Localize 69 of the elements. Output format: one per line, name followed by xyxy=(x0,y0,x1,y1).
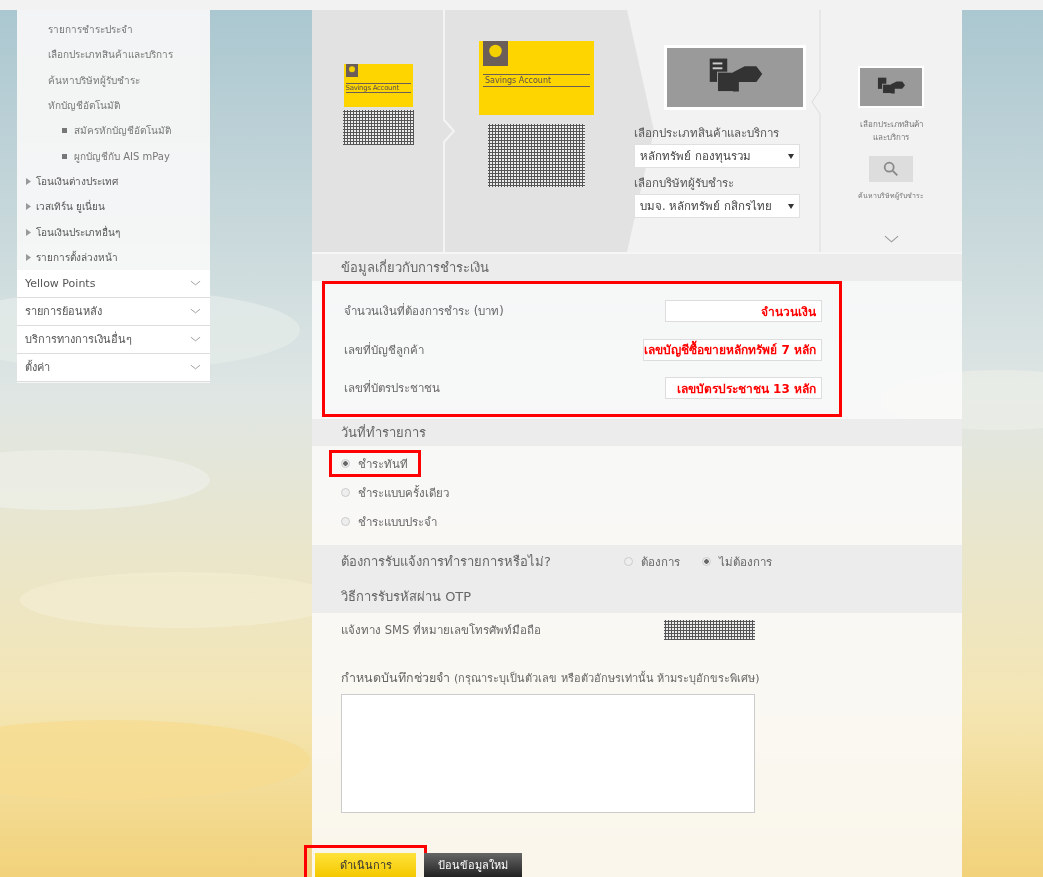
caret-icon xyxy=(788,203,794,209)
radio-label[interactable]: ไม่ต้องการ xyxy=(718,552,772,571)
triangle-icon xyxy=(26,228,31,236)
section-label: Yellow Points xyxy=(25,276,96,290)
option-caption: เลือกประเภทสินค้าและบริการ xyxy=(858,119,924,144)
section-header: ข้อมูลเกี่ยวกับการชำระเงิน xyxy=(312,254,962,281)
bullet-icon xyxy=(62,128,67,134)
chevron-down-icon xyxy=(190,308,201,315)
section-label: บริการทางการเงินอื่นๆ xyxy=(25,330,132,349)
radio-button[interactable] xyxy=(623,557,633,566)
bill-payment-icon xyxy=(664,45,806,110)
menu-item[interactable]: โอนเงินประเภทอื่นๆ xyxy=(36,224,120,240)
triangle-icon xyxy=(26,253,31,261)
search-icon[interactable] xyxy=(869,156,913,182)
chevron-down-icon xyxy=(883,235,899,243)
menu-item[interactable]: ค้นหาบริษัทผู้รับชำระ xyxy=(17,67,210,93)
sms-label: แจ้งทาง SMS ที่หมายเลขโทรศัพท์มือถือ xyxy=(341,621,541,639)
chevron-down-icon xyxy=(190,336,201,343)
otp-title: วิธีการรับรหัสผ่าน OTP xyxy=(341,588,473,606)
logo-icon xyxy=(483,41,508,66)
radio-label[interactable]: ต้องการ xyxy=(640,552,680,571)
menu-item[interactable]: ผูกบัญชีกับ AIS mPay xyxy=(74,148,170,164)
reset-button[interactable]: ป้อนข้อมูลใหม่ xyxy=(424,853,522,877)
question-label: ต้องการรับแจ้งการทำรายการหรือไม่? xyxy=(341,553,551,571)
menu-item[interactable]: เลือกประเภทสินค้าและบริการ xyxy=(17,42,210,68)
triangle-icon xyxy=(26,177,31,185)
radio-label[interactable]: ชำระทันที xyxy=(358,454,408,473)
section-label: รายการย้อนหลัง xyxy=(25,304,102,321)
menu-section[interactable]: ตั้งค่า xyxy=(17,353,210,382)
menu-item[interactable]: หักบัญชีอัตโนมัติ xyxy=(17,92,210,119)
input-field[interactable]: เลขบัตรประชาชน 13 หลัก xyxy=(665,377,822,399)
radio-label[interactable]: ชำระแบบครั้งเดียว xyxy=(358,483,449,502)
field-label: เลขที่บัตรประชาชน xyxy=(344,379,440,397)
menu-item[interactable]: รายการตั้งล่วงหน้า xyxy=(36,249,118,265)
field-label: เลือกประเภทสินค้าและบริการ xyxy=(634,125,779,142)
radio-label[interactable]: ชำระแบบประจำ xyxy=(358,512,437,531)
input-field[interactable]: เลขบัญชีซื้อขายหลักทรัพย์ 7 หลัก xyxy=(643,338,822,361)
chevron-down-icon xyxy=(190,364,201,371)
section-label: ตั้งค่า xyxy=(25,359,50,377)
product-dropdown[interactable]: หลักทรัพย์ กองทุนรวม xyxy=(634,144,800,168)
triangle-icon xyxy=(26,203,31,211)
redacted-block xyxy=(342,110,414,145)
logo-icon xyxy=(345,64,358,77)
menu-item[interactable]: สมัครหักบัญชีอัตโนมัติ xyxy=(74,123,171,139)
biller-dropdown[interactable]: บมจ. หลักทรัพย์ กสิกรไทย xyxy=(634,194,800,218)
menu-item[interactable]: โอนเงินต่างประเทศ xyxy=(36,173,118,189)
card-label: Savings Account xyxy=(483,74,590,87)
caret-icon xyxy=(788,153,794,159)
field-label: เลือกบริษัทผู้รับชำระ xyxy=(634,175,734,192)
section-header: วันที่ทำรายการ xyxy=(312,419,962,446)
field-label: เลขที่บัญชีลูกค้า xyxy=(344,341,424,359)
account-card[interactable]: Savings Account xyxy=(479,41,594,115)
memo-label: กำหนดบันทึกช่วยจำ (กรุณาระบุเป็นตัวเลข หรือตัวอักษรเท่านั้น ห้ามระบุอักขระพิเศษ) xyxy=(341,669,761,687)
proceed-button[interactable]: ดำเนินการ xyxy=(315,853,416,877)
bullet-icon xyxy=(62,153,67,159)
menu-section[interactable]: บริการทางการเงินอื่นๆ xyxy=(17,325,210,354)
radio-button[interactable] xyxy=(341,517,350,526)
memo-field[interactable] xyxy=(341,694,755,813)
radio-button[interactable] xyxy=(341,459,350,468)
chevron-down-icon xyxy=(190,280,201,287)
menu-section[interactable]: รายการย้อนหลัง xyxy=(17,297,210,326)
radio-button[interactable] xyxy=(341,488,350,497)
field-label: จำนวนเงินที่ต้องการชำระ (บาท) xyxy=(344,302,504,320)
menu-item[interactable]: รายการชำระประจำ xyxy=(17,17,210,43)
menu-item[interactable]: เวสเทิร์น ยูเนี่ยน xyxy=(36,199,106,215)
radio-button[interactable] xyxy=(701,557,711,566)
input-field[interactable]: จำนวนเงิน xyxy=(665,300,822,322)
bill-payment-icon[interactable] xyxy=(858,66,924,108)
menu-section[interactable]: Yellow Points xyxy=(17,269,210,298)
